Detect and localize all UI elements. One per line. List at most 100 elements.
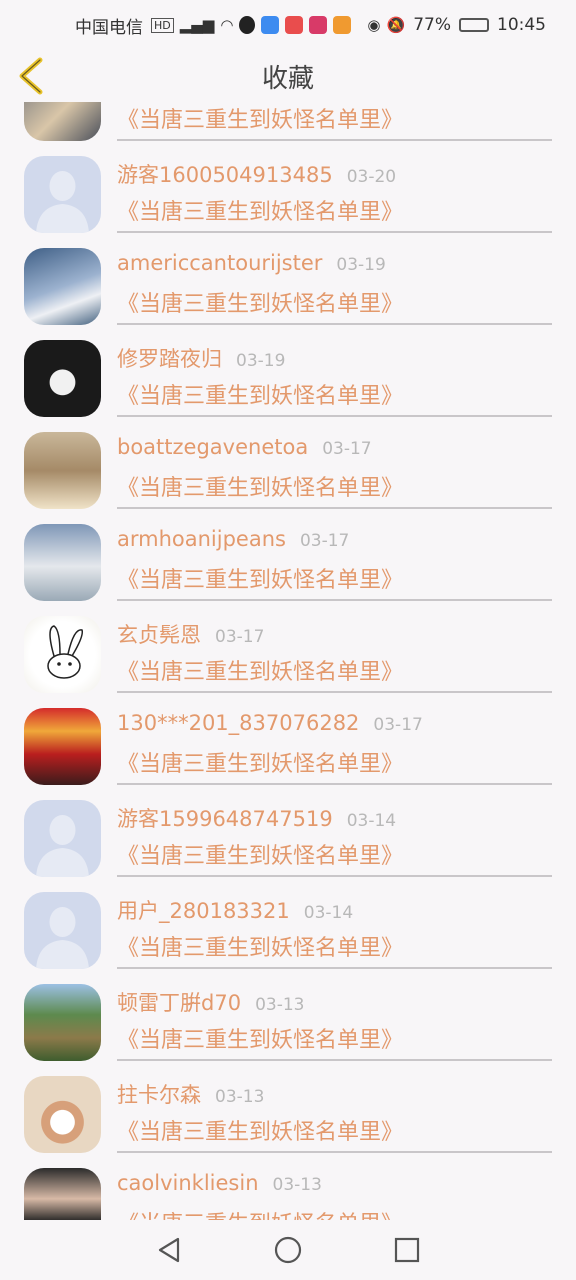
back-button[interactable] — [14, 56, 54, 96]
list-item[interactable]: 《当唐三重生到妖怪名单里》 — [0, 102, 576, 150]
avatar[interactable] — [24, 892, 101, 969]
item-date: 03-17 — [373, 715, 423, 735]
avatar[interactable] — [24, 984, 101, 1061]
nav-home-button[interactable] — [273, 1235, 303, 1265]
list-item[interactable]: caolvinkliesin 03-13 《当唐三重生到妖怪名单里》 — [0, 1162, 576, 1220]
app-pink-icon — [309, 16, 328, 34]
default-avatar-icon — [36, 815, 89, 877]
user-name[interactable]: americcantourijster — [117, 251, 322, 275]
user-name[interactable]: boattzegavenetoa — [117, 435, 308, 459]
app-blue-icon — [261, 16, 280, 34]
avatar[interactable] — [24, 1168, 101, 1220]
list-item[interactable]: 拄卡尔森 03-13 《当唐三重生到妖怪名单里》 — [0, 1070, 576, 1162]
wifi-icon: ◠ — [220, 16, 234, 34]
book-title-link[interactable]: 《当唐三重生到妖怪名单里》 — [117, 194, 403, 226]
square-recents-icon — [394, 1237, 419, 1263]
list-item[interactable]: 游客1599648747519 03-14 《当唐三重生到妖怪名单里》 — [0, 794, 576, 886]
item-meta: armhoanijpeans 03-17 — [117, 527, 349, 551]
status-icons: HD ▂▄▆ ◠ ◉ 🔕 — [150, 16, 406, 34]
item-meta: 游客1599648747519 03-14 — [117, 803, 396, 833]
rabbit-drawing-icon — [47, 625, 84, 679]
nav-back-button[interactable] — [154, 1235, 184, 1265]
user-name[interactable]: 修罗踏夜归 — [117, 343, 222, 373]
book-title-link[interactable]: 《当唐三重生到妖怪名单里》 — [117, 102, 403, 134]
book-title-link[interactable]: 《当唐三重生到妖怪名单里》 — [117, 746, 403, 778]
item-meta: caolvinkliesin 03-13 — [117, 1171, 322, 1195]
item-date: 03-20 — [346, 167, 397, 187]
status-bar: 中国电信 HD ▂▄▆ ◠ ◉ 🔕 77% 10:45 — [0, 0, 576, 50]
book-title-link[interactable]: 《当唐三重生到妖怪名单里》 — [117, 470, 403, 502]
divider — [117, 1151, 552, 1153]
favorites-list[interactable]: 《当唐三重生到妖怪名单里》 游客1600504913485 03-20 《当唐三重生到… — [0, 102, 576, 1220]
avatar[interactable] — [24, 1076, 101, 1153]
list-item[interactable]: 顿雷丁腁d70 03-13 《当唐三重生到妖怪名单里》 — [0, 978, 576, 1070]
book-title-link[interactable]: 《当唐三重生到妖怪名单里》 — [117, 562, 403, 594]
item-date: 03-13 — [255, 995, 305, 1015]
book-title-link[interactable]: 《当唐三重生到妖怪名单里》 — [117, 654, 403, 686]
divider — [117, 875, 552, 877]
user-name[interactable]: caolvinkliesin — [117, 1171, 259, 1195]
nav-recents-button[interactable] — [392, 1235, 422, 1265]
mute-icon: 🔕 — [386, 16, 406, 34]
divider — [117, 599, 552, 601]
avatar[interactable] — [24, 340, 101, 417]
avatar[interactable] — [24, 102, 101, 141]
divider — [117, 323, 552, 325]
item-meta: boattzegavenetoa 03-17 — [117, 435, 372, 459]
book-title-link[interactable]: 《当唐三重生到妖怪名单里》 — [117, 1206, 403, 1220]
user-name[interactable]: 用户_280183321 — [117, 895, 290, 925]
item-date: 03-13 — [215, 1087, 265, 1107]
list-item[interactable]: 游客1600504913485 03-20 《当唐三重生到妖怪名单里》 — [0, 150, 576, 242]
book-title-link[interactable]: 《当唐三重生到妖怪名单里》 — [117, 930, 403, 962]
app-red-icon — [285, 16, 304, 34]
default-avatar-icon — [36, 907, 89, 969]
avatar[interactable] — [24, 800, 101, 877]
item-date: 03-13 — [272, 1175, 322, 1195]
user-name[interactable]: 游客1599648747519 — [117, 803, 333, 833]
book-title-link[interactable]: 《当唐三重生到妖怪名单里》 — [117, 378, 403, 410]
item-meta: 游客1600504913485 03-20 — [117, 159, 396, 189]
item-date: 03-19 — [336, 255, 386, 275]
book-title-link[interactable]: 《当唐三重生到妖怪名单里》 — [117, 1022, 403, 1054]
hd-icon: HD — [150, 17, 174, 33]
item-date: 03-17 — [299, 531, 350, 551]
item-meta: 用户_280183321 03-14 — [117, 895, 353, 925]
user-name[interactable]: 拄卡尔森 — [117, 1079, 201, 1109]
item-date: 03-14 — [303, 903, 354, 923]
eye-icon: ◉ — [367, 16, 381, 34]
list-item[interactable]: 修罗踏夜归 03-19 《当唐三重生到妖怪名单里》 — [0, 334, 576, 426]
user-name[interactable]: 顿雷丁腁d70 — [117, 987, 241, 1017]
list-item[interactable]: boattzegavenetoa 03-17 《当唐三重生到妖怪名单里》 — [0, 426, 576, 518]
item-date: 03-17 — [215, 627, 265, 647]
item-date: 03-19 — [236, 351, 286, 371]
avatar[interactable] — [24, 432, 101, 509]
avatar[interactable] — [24, 156, 101, 233]
qq-icon — [239, 16, 256, 34]
list-item[interactable]: 130***201_837076282 03-17 《当唐三重生到妖怪名单里》 — [0, 702, 576, 794]
favorites-list-content: 《当唐三重生到妖怪名单里》 游客1600504913485 03-20 《当唐三重生到… — [0, 102, 576, 1220]
divider — [117, 1059, 552, 1061]
user-name[interactable]: 130***201_837076282 — [117, 711, 359, 735]
divider — [117, 507, 552, 509]
system-nav-bar — [0, 1220, 576, 1280]
list-item[interactable]: 用户_280183321 03-14 《当唐三重生到妖怪名单里》 — [0, 886, 576, 978]
book-title-link[interactable]: 《当唐三重生到妖怪名单里》 — [117, 1114, 403, 1146]
avatar[interactable] — [24, 708, 101, 785]
user-name[interactable]: 游客1600504913485 — [117, 159, 333, 189]
page-header: 收藏 — [0, 50, 576, 102]
avatar[interactable] — [24, 248, 101, 325]
divider — [117, 967, 552, 969]
item-meta: 130***201_837076282 03-17 — [117, 711, 423, 735]
list-item[interactable]: 玄贞髡恩 03-17 《当唐三重生到妖怪名单里》 — [0, 610, 576, 702]
list-item[interactable]: americcantourijster 03-19 《当唐三重生到妖怪名单里》 — [0, 242, 576, 334]
book-title-link[interactable]: 《当唐三重生到妖怪名单里》 — [117, 838, 403, 870]
avatar[interactable] — [24, 616, 101, 693]
user-name[interactable]: 玄贞髡恩 — [117, 619, 201, 649]
carrier-label: 中国电信 — [74, 17, 143, 38]
list-item[interactable]: armhoanijpeans 03-17 《当唐三重生到妖怪名单里》 — [0, 518, 576, 610]
divider — [117, 415, 552, 417]
book-title-link[interactable]: 《当唐三重生到妖怪名单里》 — [117, 286, 403, 318]
clock: 10:45 — [497, 15, 546, 35]
avatar[interactable] — [24, 524, 101, 601]
user-name[interactable]: armhoanijpeans — [117, 527, 286, 551]
